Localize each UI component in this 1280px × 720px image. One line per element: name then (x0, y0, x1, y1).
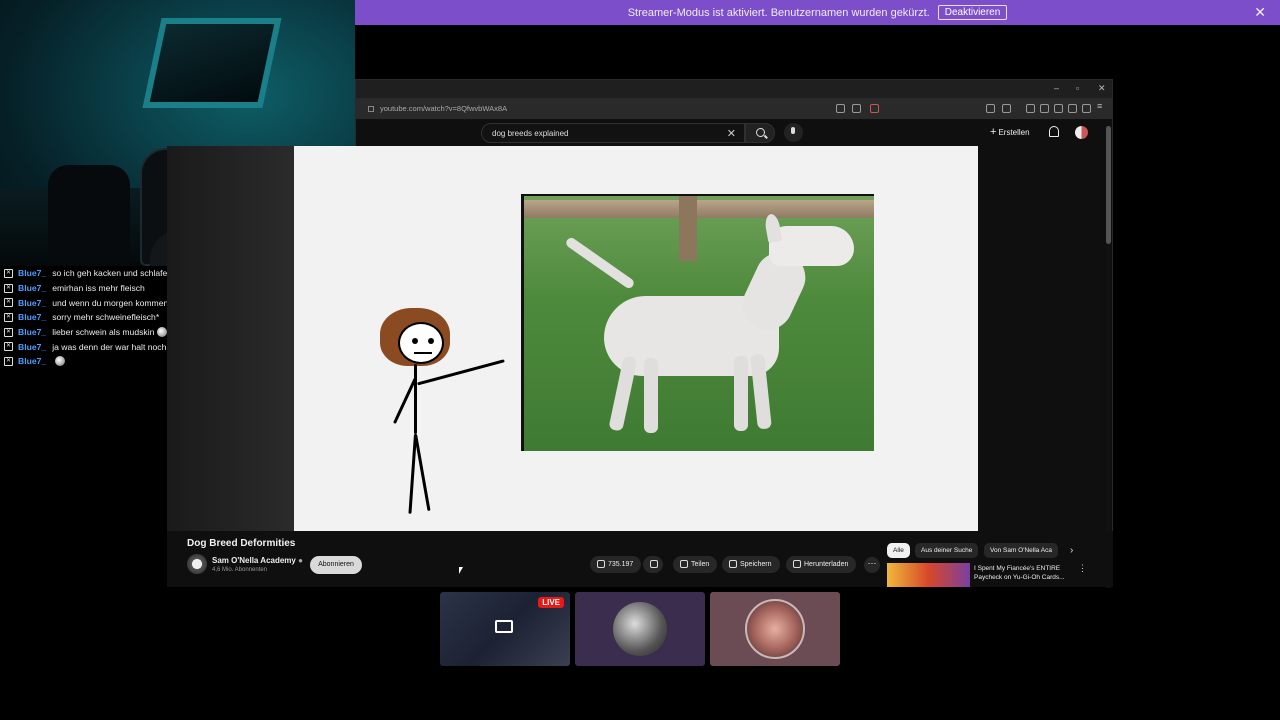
notifications-bell-icon[interactable] (1049, 126, 1059, 137)
video-info-bar: Dog Breed Deformities Sam O'Nella Academ… (167, 531, 1113, 587)
player-side-left (167, 146, 294, 531)
site-info-icon[interactable] (368, 106, 374, 113)
dislike-button[interactable] (643, 556, 663, 573)
chat-emote-icon (157, 327, 168, 338)
url-text: youtube.com/watch?v=8QfwvbWAx8A (380, 104, 508, 113)
chip-all[interactable]: Alle (887, 543, 910, 558)
stream-thumbnail-2[interactable] (575, 592, 705, 666)
share-arrow-icon (680, 560, 688, 568)
chip-from-channel[interactable]: Von Sam O'Nella Aca (984, 543, 1058, 558)
streamer-avatar (745, 599, 805, 659)
thumbs-down-icon (650, 560, 658, 568)
deactivate-button[interactable]: Deaktivieren (937, 5, 1008, 20)
stream-thumbnail-3[interactable] (710, 592, 840, 666)
chat-username[interactable]: Blue7_ (18, 327, 46, 337)
chat-emote-icon (55, 356, 66, 367)
verified-icon: ● (298, 556, 303, 565)
url-field[interactable]: youtube.com/watch?v=8QfwvbWAx8A (368, 102, 828, 116)
wallet-icon[interactable] (1054, 104, 1063, 113)
thumbs-up-icon (597, 560, 605, 568)
chat-text: sorry mehr schweinefleisch* (52, 312, 160, 323)
window-close-icon[interactable]: ✕ (1098, 83, 1106, 94)
chat-username[interactable]: Blue7_ (18, 356, 46, 366)
create-button[interactable]: + Erstellen (990, 126, 1030, 138)
channel-avatar[interactable] (187, 554, 207, 574)
maximize-icon[interactable]: ▫ (1076, 83, 1079, 93)
chat-badge-icon: ✕ (4, 356, 13, 366)
bull-terrier-photo (521, 194, 874, 451)
chat-username[interactable]: Blue7_ (18, 268, 46, 278)
window-titlebar: – ▫ ✕ (356, 80, 1112, 98)
chat-username[interactable]: Blue7_ (18, 298, 46, 308)
monitor-icon (495, 620, 513, 633)
chat-username[interactable]: Blue7_ (18, 283, 46, 293)
chat-badge-icon: ✕ (4, 327, 13, 337)
close-icon[interactable]: ✕ (1254, 5, 1266, 19)
extension-icon[interactable] (986, 104, 995, 113)
chat-text: so ich geh kacken und schlafen (52, 268, 173, 279)
share-button[interactable]: Teilen (673, 556, 718, 573)
mouse-cursor (459, 567, 463, 574)
address-bar[interactable]: youtube.com/watch?v=8QfwvbWAx8A ≡ (356, 98, 1112, 120)
screen-icon[interactable] (836, 104, 845, 113)
share-icon[interactable] (852, 104, 861, 113)
bookmark-icon (729, 560, 737, 568)
live-badge: LIVE (538, 597, 564, 608)
like-button[interactable]: 735.197 (590, 556, 642, 573)
recommendation-menu-icon[interactable]: ⋮ (1078, 563, 1087, 574)
search-button[interactable] (745, 123, 775, 143)
page-scrollbar[interactable] (1106, 126, 1111, 588)
media-icon[interactable] (1002, 104, 1011, 113)
minimize-icon[interactable]: – (1054, 83, 1059, 93)
subscriber-count: 4,6 Mio. Abonnenten (212, 567, 268, 573)
music-icon[interactable] (1026, 104, 1035, 113)
streamer-mode-banner: Streamer-Modus ist aktiviert. Benutzerna… (355, 0, 1280, 25)
streamer-mode-text: Streamer-Modus ist aktiviert. Benutzerna… (627, 6, 930, 19)
download-button[interactable]: Herunterladen (786, 556, 857, 573)
voice-search-icon[interactable] (784, 123, 803, 142)
chat-text: emirhan iss mehr fleisch (52, 283, 145, 294)
stream-thumbnail-1[interactable]: LIVE (440, 592, 570, 666)
chat-badge-icon: ✕ (4, 298, 13, 308)
chat-badge-icon: ✕ (4, 268, 13, 278)
recommendation-thumbnail[interactable] (887, 563, 970, 587)
chat-username[interactable]: Blue7_ (18, 342, 46, 352)
channel-name[interactable]: Sam O'Nella Academy ● (212, 556, 303, 565)
chat-badge-icon: ✕ (4, 312, 13, 322)
account-avatar[interactable] (1075, 126, 1088, 139)
clear-search-icon[interactable]: ✕ (727, 127, 736, 140)
chat-username[interactable]: Blue7_ (18, 312, 46, 322)
more-actions-button[interactable]: ⋯ (864, 557, 880, 573)
youtube-header: dog breeds explained ✕ + Erstellen (356, 120, 1112, 146)
vpn-icon[interactable] (1082, 104, 1091, 113)
create-label: Erstellen (998, 128, 1030, 137)
chevron-right-icon[interactable]: › (1070, 545, 1073, 556)
screen: Streamer-Modus ist aktiviert. Benutzerna… (0, 0, 1280, 720)
video-title: Dog Breed Deformities (187, 538, 296, 549)
stick-figure-drawing (374, 306, 505, 516)
video-player[interactable] (294, 146, 978, 531)
chat-badge-icon: ✕ (4, 342, 13, 352)
search-input[interactable]: dog breeds explained ✕ (481, 123, 745, 143)
streamer-avatar (613, 602, 667, 656)
save-button[interactable]: Speichern (722, 556, 780, 573)
sidebar-icon[interactable] (1040, 104, 1049, 113)
brave-shield-icon[interactable] (870, 104, 879, 113)
scrollbar-thumb[interactable] (1106, 126, 1111, 244)
chat-badge-icon: ✕ (4, 283, 13, 293)
leo-icon[interactable] (1068, 104, 1077, 113)
download-icon (793, 560, 801, 568)
recommendation-title[interactable]: I Spent My Fiancée's ENTIRE Paycheck on … (974, 564, 1074, 582)
menu-icon[interactable]: ≡ (1097, 101, 1106, 111)
search-value: dog breeds explained (492, 129, 569, 138)
chip-from-search[interactable]: Aus deiner Suche (915, 543, 979, 558)
chat-text: lieber schwein als mudskin (52, 327, 155, 338)
subscribe-button[interactable]: Abonnieren (310, 556, 362, 574)
